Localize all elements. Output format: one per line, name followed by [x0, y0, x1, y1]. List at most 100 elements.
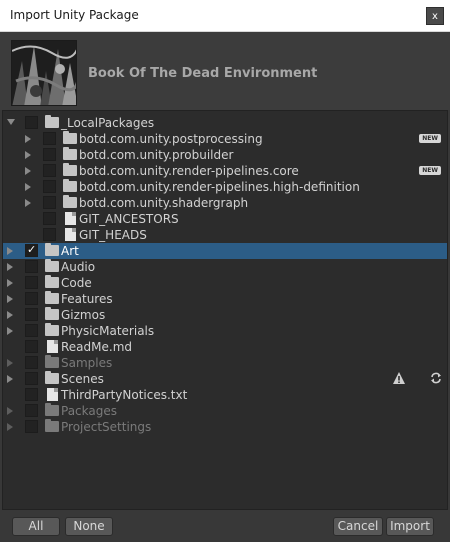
tree-row[interactable]: _LocalPackages: [3, 115, 447, 131]
folder-icon: [45, 275, 59, 288]
folder-icon: [45, 115, 59, 128]
folder-icon: [45, 243, 59, 256]
foldout-collapsed-icon[interactable]: [25, 183, 31, 191]
foldout-collapsed-icon[interactable]: [7, 247, 13, 255]
file-icon: [65, 212, 76, 225]
tree-item-label: botd.com.unity.postprocessing: [79, 132, 263, 146]
foldout-collapsed-icon[interactable]: [7, 311, 13, 319]
item-checkbox[interactable]: [25, 276, 38, 289]
tree-item-label: Art: [61, 244, 79, 258]
tree-row[interactable]: botd.com.unity.render-pipelines.core NEW: [3, 163, 447, 179]
tree-item-label: GIT_ANCESTORS: [79, 212, 179, 226]
item-checkbox[interactable]: [43, 148, 56, 161]
tree-row[interactable]: Features: [3, 291, 447, 307]
tree-item-label: Samples: [61, 356, 113, 370]
tree-row[interactable]: GIT_HEADS: [3, 227, 447, 243]
import-button[interactable]: Import: [386, 517, 434, 536]
tree-row[interactable]: ThirdPartyNotices.txt: [3, 387, 447, 403]
foldout-collapsed-icon[interactable]: [7, 263, 13, 271]
item-checkbox[interactable]: [43, 164, 56, 177]
tree-row[interactable]: botd.com.unity.shadergraph: [3, 195, 447, 211]
item-checkbox[interactable]: [25, 292, 38, 305]
item-checkbox[interactable]: [25, 308, 38, 321]
item-checkbox[interactable]: [25, 260, 38, 273]
item-checkbox[interactable]: [25, 356, 38, 369]
tree-row[interactable]: Samples: [3, 355, 447, 371]
folder-icon: [45, 291, 59, 304]
new-badge: NEW: [419, 134, 441, 143]
item-checkbox[interactable]: [25, 420, 38, 433]
package-name: Book Of The Dead Environment: [88, 66, 318, 81]
tree-row[interactable]: Audio: [3, 259, 447, 275]
folder-icon: [63, 179, 77, 192]
folder-icon: [45, 403, 59, 416]
foldout-collapsed-icon[interactable]: [7, 375, 13, 383]
item-checkbox[interactable]: [25, 372, 38, 385]
item-checkbox[interactable]: [25, 404, 38, 417]
asset-tree[interactable]: _LocalPackages botd.com.unity.postprocess…: [2, 110, 448, 510]
cancel-button[interactable]: Cancel: [333, 517, 383, 536]
window-titlebar: Import Unity Package x: [0, 0, 450, 32]
tree-row[interactable]: botd.com.unity.postprocessing NEW: [3, 131, 447, 147]
file-icon: [65, 228, 76, 241]
tree-item-label: botd.com.unity.shadergraph: [79, 196, 249, 210]
foldout-collapsed-icon[interactable]: [25, 151, 31, 159]
dialog-footer: All None Cancel Import: [0, 510, 450, 542]
select-all-button[interactable]: All: [12, 517, 60, 536]
tree-row[interactable]: Scenes: [3, 371, 447, 387]
tree-row[interactable]: botd.com.unity.probuilder: [3, 147, 447, 163]
foldout-collapsed-icon[interactable]: [7, 423, 13, 431]
forest-thumbnail-image: [12, 41, 76, 105]
tree-row[interactable]: Art: [3, 243, 447, 259]
foldout-collapsed-icon[interactable]: [25, 135, 31, 143]
tree-item-label: _LocalPackages: [61, 116, 155, 130]
package-thumbnail: [11, 40, 77, 106]
item-checkbox[interactable]: [25, 116, 38, 129]
package-header: Book Of The Dead Environment: [0, 32, 450, 110]
tree-item-label: Code: [61, 276, 92, 290]
tree-row[interactable]: GIT_ANCESTORS: [3, 211, 447, 227]
item-checkbox[interactable]: [25, 388, 38, 401]
item-checkbox[interactable]: [43, 196, 56, 209]
new-badge: NEW: [419, 166, 441, 175]
close-button[interactable]: x: [426, 7, 444, 25]
tree-row[interactable]: Packages: [3, 403, 447, 419]
tree-row[interactable]: Gizmos: [3, 307, 447, 323]
tree-row[interactable]: ReadMe.md: [3, 339, 447, 355]
item-checkbox[interactable]: [43, 228, 56, 241]
foldout-collapsed-icon[interactable]: [7, 279, 13, 287]
foldout-collapsed-icon[interactable]: [25, 199, 31, 207]
folder-icon: [45, 323, 59, 336]
warning-icon: [393, 372, 405, 384]
item-checkbox[interactable]: [43, 132, 56, 145]
foldout-collapsed-icon[interactable]: [7, 407, 13, 415]
sync-icon[interactable]: [429, 371, 443, 385]
item-checkbox[interactable]: [25, 324, 38, 337]
item-checkbox[interactable]: [43, 180, 56, 193]
tree-item-label: botd.com.unity.probuilder: [79, 148, 234, 162]
foldout-collapsed-icon[interactable]: [7, 327, 13, 335]
foldout-collapsed-icon[interactable]: [7, 295, 13, 303]
item-checkbox[interactable]: [25, 243, 38, 257]
tree-item-label: Gizmos: [61, 308, 106, 322]
tree-item-label: PhysicMaterials: [61, 324, 155, 338]
folder-icon: [45, 419, 59, 432]
tree-item-label: ProjectSettings: [61, 420, 152, 434]
tree-row[interactable]: Code: [3, 275, 447, 291]
tree-item-label: Scenes: [61, 372, 104, 386]
select-none-button[interactable]: None: [65, 517, 113, 536]
foldout-collapsed-icon[interactable]: [25, 167, 31, 175]
tree-item-label: Packages: [61, 404, 117, 418]
folder-icon: [63, 131, 77, 144]
window-title: Import Unity Package: [10, 8, 139, 22]
item-checkbox[interactable]: [43, 212, 56, 225]
folder-icon: [45, 355, 59, 368]
tree-item-label: ReadMe.md: [61, 340, 133, 354]
tree-row[interactable]: ProjectSettings: [3, 419, 447, 435]
tree-row[interactable]: PhysicMaterials: [3, 323, 447, 339]
item-checkbox[interactable]: [25, 340, 38, 353]
foldout-collapsed-icon[interactable]: [7, 359, 13, 367]
foldout-expanded-icon[interactable]: [7, 119, 15, 125]
folder-icon: [63, 163, 77, 176]
tree-row[interactable]: botd.com.unity.render-pipelines.high-def…: [3, 179, 447, 195]
